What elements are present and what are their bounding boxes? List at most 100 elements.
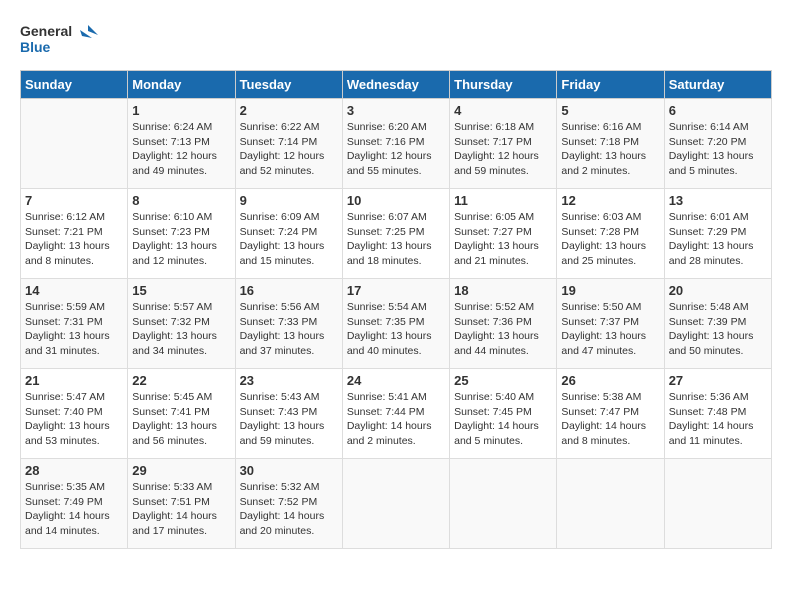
day-number: 9 — [240, 193, 338, 208]
calendar-week-row: 7 Sunrise: 6:12 AMSunset: 7:21 PMDaylight… — [21, 189, 772, 279]
day-number: 19 — [561, 283, 659, 298]
calendar-cell: 7 Sunrise: 6:12 AMSunset: 7:21 PMDaylight… — [21, 189, 128, 279]
calendar-cell: 23 Sunrise: 5:43 AMSunset: 7:43 PMDayligh… — [235, 369, 342, 459]
day-number: 13 — [669, 193, 767, 208]
calendar-cell: 26 Sunrise: 5:38 AMSunset: 7:47 PMDayligh… — [557, 369, 664, 459]
calendar-cell: 22 Sunrise: 5:45 AMSunset: 7:41 PMDayligh… — [128, 369, 235, 459]
col-header-monday: Monday — [128, 71, 235, 99]
day-info: Sunrise: 5:40 AMSunset: 7:45 PMDaylight:… — [454, 390, 552, 449]
day-info: Sunrise: 6:16 AMSunset: 7:18 PMDaylight:… — [561, 120, 659, 179]
day-number: 29 — [132, 463, 230, 478]
day-number: 3 — [347, 103, 445, 118]
calendar-week-row: 21 Sunrise: 5:47 AMSunset: 7:40 PMDayligh… — [21, 369, 772, 459]
calendar-cell: 19 Sunrise: 5:50 AMSunset: 7:37 PMDayligh… — [557, 279, 664, 369]
logo: GeneralBlue — [20, 20, 100, 60]
calendar-table: SundayMondayTuesdayWednesdayThursdayFrid… — [20, 70, 772, 549]
col-header-friday: Friday — [557, 71, 664, 99]
day-info: Sunrise: 5:38 AMSunset: 7:47 PMDaylight:… — [561, 390, 659, 449]
calendar-cell: 6Sunrise: 6:14 AMSunset: 7:20 PMDaylight… — [664, 99, 771, 189]
day-number: 27 — [669, 373, 767, 388]
day-number: 7 — [25, 193, 123, 208]
day-number: 8 — [132, 193, 230, 208]
day-info: Sunrise: 5:52 AMSunset: 7:36 PMDaylight:… — [454, 300, 552, 359]
svg-text:Blue: Blue — [20, 39, 51, 55]
calendar-cell: 15 Sunrise: 5:57 AMSunset: 7:32 PMDayligh… — [128, 279, 235, 369]
calendar-cell: 25Sunrise: 5:40 AMSunset: 7:45 PMDayligh… — [450, 369, 557, 459]
day-info: Sunrise: 5:56 AMSunset: 7:33 PMDaylight:… — [240, 300, 338, 359]
calendar-cell: 3Sunrise: 6:20 AMSunset: 7:16 PMDaylight… — [342, 99, 449, 189]
calendar-cell: 17 Sunrise: 5:54 AMSunset: 7:35 PMDayligh… — [342, 279, 449, 369]
day-info: Sunrise: 5:54 AMSunset: 7:35 PMDaylight:… — [347, 300, 445, 359]
col-header-sunday: Sunday — [21, 71, 128, 99]
day-number: 18 — [454, 283, 552, 298]
logo-svg: GeneralBlue — [20, 20, 100, 60]
col-header-wednesday: Wednesday — [342, 71, 449, 99]
day-number: 20 — [669, 283, 767, 298]
calendar-week-row: 1 Sunrise: 6:24 AMSunset: 7:13 PMDaylight… — [21, 99, 772, 189]
day-info: Sunrise: 5:45 AMSunset: 7:41 PMDaylight:… — [132, 390, 230, 449]
day-info: Sunrise: 6:10 AMSunset: 7:23 PMDaylight:… — [132, 210, 230, 269]
day-info: Sunrise: 6:09 AMSunset: 7:24 PMDaylight:… — [240, 210, 338, 269]
day-info: Sunrise: 5:50 AMSunset: 7:37 PMDaylight:… — [561, 300, 659, 359]
calendar-cell: 20 Sunrise: 5:48 AMSunset: 7:39 PMDayligh… — [664, 279, 771, 369]
col-header-tuesday: Tuesday — [235, 71, 342, 99]
day-info: Sunrise: 5:32 AMSunset: 7:52 PMDaylight:… — [240, 480, 338, 539]
calendar-cell: 2Sunrise: 6:22 AMSunset: 7:14 PMDaylight… — [235, 99, 342, 189]
calendar-cell — [342, 459, 449, 549]
day-info: Sunrise: 6:07 AMSunset: 7:25 PMDaylight:… — [347, 210, 445, 269]
page-header: GeneralBlue — [20, 20, 772, 60]
calendar-week-row: 28Sunrise: 5:35 AMSunset: 7:49 PMDayligh… — [21, 459, 772, 549]
day-info: Sunrise: 6:24 AMSunset: 7:13 PMDaylight:… — [132, 120, 230, 179]
day-info: Sunrise: 5:43 AMSunset: 7:43 PMDaylight:… — [240, 390, 338, 449]
calendar-cell: 13 Sunrise: 6:01 AMSunset: 7:29 PMDayligh… — [664, 189, 771, 279]
day-number: 14 — [25, 283, 123, 298]
calendar-cell: 11 Sunrise: 6:05 AMSunset: 7:27 PMDayligh… — [450, 189, 557, 279]
calendar-cell — [450, 459, 557, 549]
day-info: Sunrise: 5:36 AMSunset: 7:48 PMDaylight:… — [669, 390, 767, 449]
calendar-cell: 21 Sunrise: 5:47 AMSunset: 7:40 PMDayligh… — [21, 369, 128, 459]
day-number: 6 — [669, 103, 767, 118]
calendar-cell: 29 Sunrise: 5:33 AMSunset: 7:51 PMDayligh… — [128, 459, 235, 549]
calendar-cell: 27 Sunrise: 5:36 AMSunset: 7:48 PMDayligh… — [664, 369, 771, 459]
day-info: Sunrise: 6:18 AMSunset: 7:17 PMDaylight:… — [454, 120, 552, 179]
calendar-cell: 9 Sunrise: 6:09 AMSunset: 7:24 PMDaylight… — [235, 189, 342, 279]
day-number: 28 — [25, 463, 123, 478]
day-number: 10 — [347, 193, 445, 208]
day-info: Sunrise: 6:03 AMSunset: 7:28 PMDaylight:… — [561, 210, 659, 269]
day-info: Sunrise: 6:05 AMSunset: 7:27 PMDaylight:… — [454, 210, 552, 269]
calendar-cell: 18 Sunrise: 5:52 AMSunset: 7:36 PMDayligh… — [450, 279, 557, 369]
day-info: Sunrise: 6:22 AMSunset: 7:14 PMDaylight:… — [240, 120, 338, 179]
day-number: 26 — [561, 373, 659, 388]
day-number: 12 — [561, 193, 659, 208]
day-number: 22 — [132, 373, 230, 388]
calendar-cell: 1 Sunrise: 6:24 AMSunset: 7:13 PMDaylight… — [128, 99, 235, 189]
day-info: Sunrise: 5:57 AMSunset: 7:32 PMDaylight:… — [132, 300, 230, 359]
day-info: Sunrise: 6:12 AMSunset: 7:21 PMDaylight:… — [25, 210, 123, 269]
day-info: Sunrise: 6:01 AMSunset: 7:29 PMDaylight:… — [669, 210, 767, 269]
day-number: 16 — [240, 283, 338, 298]
calendar-cell: 8 Sunrise: 6:10 AMSunset: 7:23 PMDaylight… — [128, 189, 235, 279]
day-number: 30 — [240, 463, 338, 478]
day-number: 23 — [240, 373, 338, 388]
day-info: Sunrise: 5:33 AMSunset: 7:51 PMDaylight:… — [132, 480, 230, 539]
calendar-cell — [21, 99, 128, 189]
calendar-cell: 12 Sunrise: 6:03 AMSunset: 7:28 PMDayligh… — [557, 189, 664, 279]
day-number: 17 — [347, 283, 445, 298]
day-info: Sunrise: 5:59 AMSunset: 7:31 PMDaylight:… — [25, 300, 123, 359]
day-info: Sunrise: 5:47 AMSunset: 7:40 PMDaylight:… — [25, 390, 123, 449]
col-header-thursday: Thursday — [450, 71, 557, 99]
day-info: Sunrise: 5:48 AMSunset: 7:39 PMDaylight:… — [669, 300, 767, 359]
day-number: 24 — [347, 373, 445, 388]
svg-text:General: General — [20, 23, 72, 39]
calendar-week-row: 14 Sunrise: 5:59 AMSunset: 7:31 PMDayligh… — [21, 279, 772, 369]
calendar-cell: 30 Sunrise: 5:32 AMSunset: 7:52 PMDayligh… — [235, 459, 342, 549]
col-header-saturday: Saturday — [664, 71, 771, 99]
day-number: 1 — [132, 103, 230, 118]
calendar-cell: 4 Sunrise: 6:18 AMSunset: 7:17 PMDaylight… — [450, 99, 557, 189]
day-number: 4 — [454, 103, 552, 118]
calendar-cell: 10 Sunrise: 6:07 AMSunset: 7:25 PMDayligh… — [342, 189, 449, 279]
day-number: 15 — [132, 283, 230, 298]
day-number: 21 — [25, 373, 123, 388]
day-info: Sunrise: 5:41 AMSunset: 7:44 PMDaylight:… — [347, 390, 445, 449]
day-number: 11 — [454, 193, 552, 208]
